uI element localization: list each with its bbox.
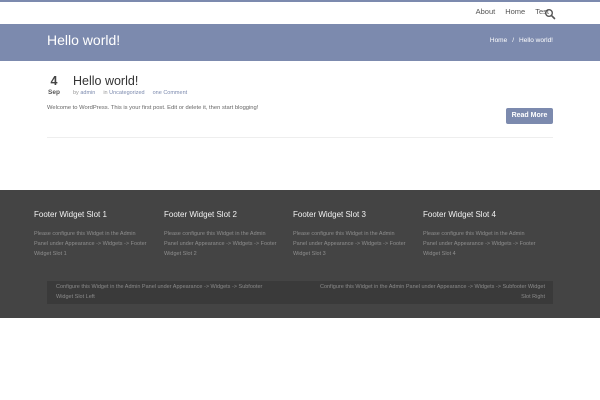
footer-widget-title: Footer Widget Slot 1 (34, 210, 107, 219)
post-excerpt: Welcome to WordPress. This is your first… (47, 105, 259, 111)
search-icon[interactable] (544, 7, 556, 20)
breadcrumb-home-link[interactable]: Home (490, 37, 507, 44)
footer-widget-text: Please configure this Widget in the Admi… (423, 231, 536, 257)
footer-widget-title: Footer Widget Slot 3 (293, 210, 366, 219)
footer-widget-2: Footer Widget Slot 2 Please configure th… (164, 210, 279, 259)
comments-link[interactable]: one Comment (153, 90, 188, 96)
post-category: in Uncategorized (103, 90, 144, 96)
main-menu: About Home Test (471, 7, 554, 16)
breadcrumb-separator: / (512, 37, 515, 44)
main-navbar: About Home Test (0, 2, 600, 24)
footer-widget-text: Please configure this Widget in the Admi… (164, 231, 277, 257)
footer-widget-1: Footer Widget Slot 1 Please configure th… (34, 210, 149, 259)
footer-widget-title: Footer Widget Slot 2 (164, 210, 237, 219)
footer-widget-text: Please configure this Widget in the Admi… (34, 231, 147, 257)
page-title-bar: Hello world! Home / Hello world! (0, 24, 600, 61)
footer: Footer Widget Slot 1 Please configure th… (0, 190, 600, 318)
subfooter-left-text: Configure this Widget in the Admin Panel… (56, 284, 263, 300)
footer-widget-4: Footer Widget Slot 4 Please configure th… (423, 210, 538, 259)
post-divider (47, 137, 553, 138)
page-title: Hello world! (47, 32, 121, 48)
subfooter-right-text: Configure this Widget in the Admin Panel… (319, 284, 545, 300)
read-more-button[interactable]: Read More (506, 108, 553, 124)
nav-item-home[interactable]: Home (500, 7, 530, 16)
post-date-month: Sep (48, 89, 60, 96)
post-date: 4 Sep (47, 74, 61, 97)
nav-item-about[interactable]: About (471, 7, 501, 16)
footer-widget-3: Footer Widget Slot 3 Please configure th… (293, 210, 408, 259)
footer-widget-title: Footer Widget Slot 4 (423, 210, 496, 219)
breadcrumb: Home / Hello world! (490, 37, 553, 44)
category-link[interactable]: Uncategorized (109, 90, 144, 96)
meta-by-label: by (73, 90, 79, 96)
footer-widget-text: Please configure this Widget in the Admi… (293, 231, 406, 257)
meta-in-label: in (103, 90, 108, 96)
post-meta: by admin in Uncategorized one Comment (73, 90, 187, 96)
post-title-link[interactable]: Hello world! (73, 74, 138, 88)
post-date-day: 4 (50, 74, 58, 88)
subfooter: Configure this Widget in the Admin Panel… (47, 281, 553, 304)
post-author: by admin (73, 90, 95, 96)
breadcrumb-current: Hello world! (519, 37, 553, 44)
author-link[interactable]: admin (80, 90, 95, 96)
